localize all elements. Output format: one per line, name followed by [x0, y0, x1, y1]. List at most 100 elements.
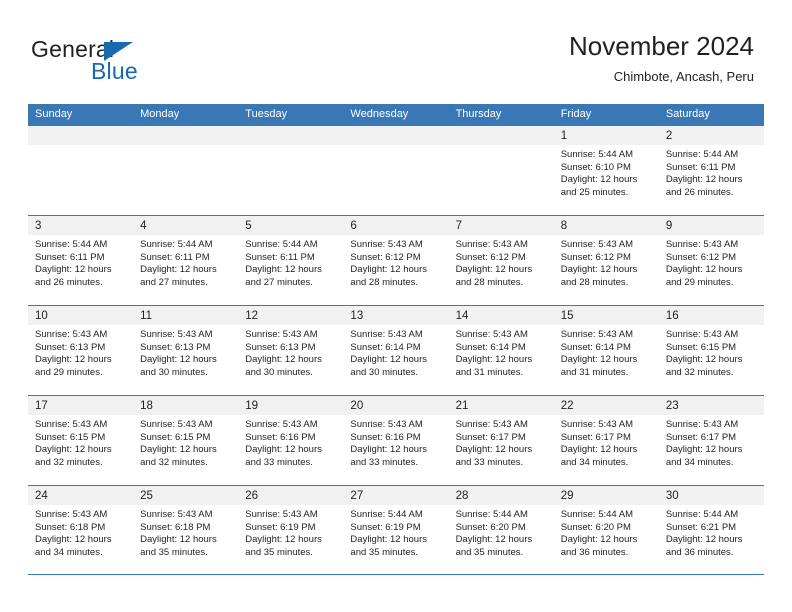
day-cell[interactable]: 26 Sunrise: 5:43 AM Sunset: 6:19 PM Dayl… [238, 486, 344, 574]
sunrise-text: Sunrise: 5:43 AM [350, 239, 423, 250]
day-cell[interactable] [238, 126, 344, 215]
day-number: 16 [665, 310, 679, 322]
day-number: 18 [140, 400, 153, 412]
day-number: 9 [665, 220, 673, 232]
day-cell[interactable]: 6 Sunrise: 5:43 AM Sunset: 6:12 PM Dayli… [343, 216, 449, 305]
day-cell[interactable]: 4 Sunrise: 5:44 AM Sunset: 6:11 PM Dayli… [133, 216, 239, 305]
day-cell[interactable]: 20 Sunrise: 5:43 AM Sunset: 6:16 PM Dayl… [343, 396, 449, 485]
location-subtitle: Chimbote, Ancash, Peru [613, 69, 754, 84]
day-number: 26 [245, 490, 259, 502]
day-cell[interactable]: 8 Sunrise: 5:43 AM Sunset: 6:12 PM Dayli… [553, 216, 659, 305]
sunset-text: Sunset: 6:18 PM [35, 521, 106, 533]
day-cell[interactable]: 23 Sunrise: 5:43 AM Sunset: 6:17 PM Dayl… [658, 396, 764, 485]
sunset-text: Sunset: 6:14 PM [455, 341, 526, 353]
sunrise-text: Sunrise: 5:43 AM [665, 329, 739, 340]
day-cell[interactable] [133, 126, 239, 215]
daylight-text-line1: Daylight: 12 hours [140, 534, 217, 546]
day-cell[interactable]: 12 Sunrise: 5:43 AM Sunset: 6:13 PM Dayl… [238, 306, 344, 395]
sunset-text: Sunset: 6:10 PM [560, 161, 631, 173]
sunset-text: Sunset: 6:21 PM [665, 521, 737, 533]
day-cell[interactable]: 14 Sunrise: 5:43 AM Sunset: 6:14 PM Dayl… [448, 306, 554, 395]
sunset-text: Sunset: 6:19 PM [350, 521, 421, 533]
sunset-text: Sunset: 6:17 PM [455, 431, 526, 443]
daylight-text-line2: and 34 minutes. [35, 546, 103, 558]
day-cell[interactable]: 7 Sunrise: 5:43 AM Sunset: 6:12 PM Dayli… [448, 216, 554, 305]
day-cell[interactable]: 13 Sunrise: 5:43 AM Sunset: 6:14 PM Dayl… [343, 306, 449, 395]
day-cell[interactable]: 5 Sunrise: 5:44 AM Sunset: 6:11 PM Dayli… [238, 216, 344, 305]
sunrise-text: Sunrise: 5:43 AM [665, 239, 739, 250]
day-cell[interactable]: 16 Sunrise: 5:43 AM Sunset: 6:15 PM Dayl… [658, 306, 764, 395]
day-number: 5 [245, 220, 252, 232]
sunset-text: Sunset: 6:20 PM [560, 521, 631, 533]
daylight-text-line2: and 35 minutes. [245, 546, 313, 558]
day-cell[interactable]: 25 Sunrise: 5:43 AM Sunset: 6:18 PM Dayl… [133, 486, 239, 574]
day-cell[interactable] [28, 126, 134, 215]
day-cell[interactable] [448, 126, 554, 215]
sunset-text: Sunset: 6:19 PM [245, 521, 316, 533]
daylight-text-line2: and 27 minutes. [140, 276, 208, 288]
daylight-text-line1: Daylight: 12 hours [665, 174, 743, 186]
logo-text-blue: Blue [91, 58, 138, 84]
sunset-text: Sunset: 6:16 PM [245, 431, 316, 443]
weekday-header-row: Sunday Monday Tuesday Wednesday Thursday… [28, 104, 764, 125]
daylight-text-line1: Daylight: 12 hours [35, 444, 112, 456]
calendar-week-row: 1 Sunrise: 5:44 AM Sunset: 6:10 PM Dayli… [28, 125, 764, 215]
day-number: 6 [350, 220, 357, 232]
day-number: 3 [35, 220, 42, 232]
sunrise-text: Sunrise: 5:43 AM [140, 509, 213, 520]
title-block: November 2024 Chimbote, Ancash, Peru [569, 30, 754, 86]
calendar-page: General Blue November 2024 Chimbote, Anc… [0, 0, 792, 612]
day-cell[interactable]: 10 Sunrise: 5:43 AM Sunset: 6:13 PM Dayl… [28, 306, 134, 395]
daylight-text-line1: Daylight: 12 hours [245, 444, 322, 456]
day-number: 17 [35, 400, 48, 412]
daylight-text-line2: and 29 minutes. [665, 276, 734, 288]
sunrise-text: Sunrise: 5:44 AM [560, 509, 634, 520]
sunset-text: Sunset: 6:12 PM [665, 251, 737, 263]
daylight-text-line2: and 32 minutes. [140, 456, 208, 468]
day-cell[interactable]: 9 Sunrise: 5:43 AM Sunset: 6:12 PM Dayli… [658, 216, 764, 305]
sunrise-text: Sunrise: 5:44 AM [35, 239, 108, 250]
day-cell[interactable]: 24 Sunrise: 5:43 AM Sunset: 6:18 PM Dayl… [28, 486, 134, 574]
day-number: 25 [140, 490, 153, 502]
day-cell[interactable]: 29 Sunrise: 5:44 AM Sunset: 6:20 PM Dayl… [553, 486, 659, 574]
sunset-text: Sunset: 6:13 PM [35, 341, 106, 353]
generalblue-logo[interactable]: General Blue [31, 36, 261, 88]
day-cell[interactable]: 11 Sunrise: 5:43 AM Sunset: 6:13 PM Dayl… [133, 306, 239, 395]
sunrise-text: Sunrise: 5:43 AM [140, 419, 213, 430]
sunrise-text: Sunrise: 5:44 AM [140, 239, 213, 250]
day-cell[interactable]: 2 Sunrise: 5:44 AM Sunset: 6:11 PM Dayli… [658, 126, 764, 215]
sunset-text: Sunset: 6:12 PM [455, 251, 526, 263]
day-cell[interactable]: 21 Sunrise: 5:43 AM Sunset: 6:17 PM Dayl… [448, 396, 554, 485]
sunset-text: Sunset: 6:17 PM [665, 431, 737, 443]
daylight-text-line2: and 33 minutes. [455, 456, 524, 468]
day-number: 10 [35, 310, 48, 322]
weekday-header-friday: Friday [560, 108, 592, 120]
daylight-text-line1: Daylight: 12 hours [560, 534, 638, 546]
day-cell[interactable]: 19 Sunrise: 5:43 AM Sunset: 6:16 PM Dayl… [238, 396, 344, 485]
daylight-text-line2: and 31 minutes. [560, 366, 629, 378]
calendar-week-row: 10 Sunrise: 5:43 AM Sunset: 6:13 PM Dayl… [28, 305, 764, 395]
day-cell[interactable] [343, 126, 449, 215]
day-cell[interactable]: 1 Sunrise: 5:44 AM Sunset: 6:10 PM Dayli… [553, 126, 659, 215]
daylight-text-line1: Daylight: 12 hours [350, 354, 427, 366]
day-cell[interactable]: 15 Sunrise: 5:43 AM Sunset: 6:14 PM Dayl… [553, 306, 659, 395]
sunrise-text: Sunrise: 5:43 AM [665, 419, 739, 430]
day-cell[interactable]: 28 Sunrise: 5:44 AM Sunset: 6:20 PM Dayl… [448, 486, 554, 574]
sunrise-text: Sunrise: 5:43 AM [455, 329, 528, 340]
day-cell[interactable]: 3 Sunrise: 5:44 AM Sunset: 6:11 PM Dayli… [28, 216, 134, 305]
day-cell[interactable]: 17 Sunrise: 5:43 AM Sunset: 6:15 PM Dayl… [28, 396, 134, 485]
day-number: 15 [560, 310, 574, 322]
day-cell[interactable]: 30 Sunrise: 5:44 AM Sunset: 6:21 PM Dayl… [658, 486, 764, 574]
day-number: 30 [665, 490, 679, 502]
daylight-text-line1: Daylight: 12 hours [35, 534, 112, 546]
sunset-text: Sunset: 6:16 PM [350, 431, 421, 443]
day-cell[interactable]: 22 Sunrise: 5:43 AM Sunset: 6:17 PM Dayl… [553, 396, 659, 485]
daylight-text-line1: Daylight: 12 hours [560, 444, 638, 456]
sunset-text: Sunset: 6:17 PM [560, 431, 631, 443]
day-cell[interactable]: 18 Sunrise: 5:43 AM Sunset: 6:15 PM Dayl… [133, 396, 239, 485]
daylight-text-line1: Daylight: 12 hours [455, 354, 533, 366]
day-number: 20 [350, 400, 364, 412]
daylight-text-line1: Daylight: 12 hours [350, 444, 427, 456]
day-number: 4 [140, 220, 147, 232]
day-cell[interactable]: 27 Sunrise: 5:44 AM Sunset: 6:19 PM Dayl… [343, 486, 449, 574]
